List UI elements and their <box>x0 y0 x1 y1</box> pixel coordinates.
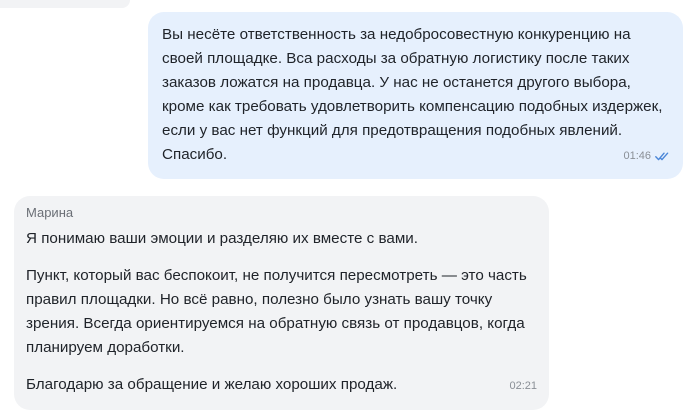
double-check-icon <box>655 152 669 160</box>
outgoing-message[interactable]: Вы несёте ответственность за недобросове… <box>148 12 683 179</box>
outgoing-message-text: Вы несёте ответственность за недобросове… <box>162 26 663 163</box>
message-paragraph: Благодарю за обращение и желаю хороших п… <box>26 376 398 393</box>
sender-name: Марина <box>26 205 74 220</box>
message-paragraph: Пункт, который вас беспокоит, не получит… <box>26 267 527 356</box>
previous-message-edge <box>0 0 130 8</box>
outgoing-message-meta: 01:46 <box>623 144 669 168</box>
incoming-message[interactable]: Марина Я понимаю ваши эмоции и разделяю … <box>14 196 549 410</box>
outgoing-message-time: 01:46 <box>623 150 651 162</box>
message-paragraph: Я понимаю ваши эмоции и разделяю их вмес… <box>26 230 418 247</box>
incoming-message-time: 02:21 <box>509 380 537 392</box>
